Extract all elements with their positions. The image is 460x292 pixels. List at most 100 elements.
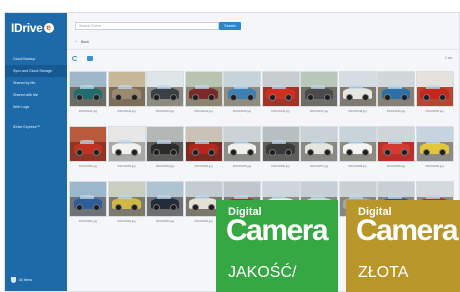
sidebar-item-sync-cloud-storage[interactable]: Sync and Cloud Storage [5, 65, 67, 77]
photo-thumbnail[interactable] [415, 71, 454, 107]
photo-tile[interactable]: DSC03241.jpg [69, 71, 107, 113]
photo-tile[interactable]: DSC03245.jpg [223, 71, 261, 113]
photo-tile[interactable]: DSC03259.jpg [377, 126, 415, 168]
thumb-wheel [92, 204, 100, 212]
photo-thumbnail[interactable] [146, 71, 184, 107]
sidebar-item-shared-by-me[interactable]: Shared by Me [5, 77, 67, 89]
photo-thumbnail[interactable] [377, 126, 415, 162]
thumb-wheel [169, 204, 177, 212]
back-link[interactable]: ← Back [74, 39, 89, 44]
photo-filename: DSC03241.jpg [78, 109, 98, 113]
photo-thumbnail[interactable] [69, 71, 107, 107]
photo-filename: DSC03258.jpg [348, 164, 367, 168]
photo-filename: DSC03244.jpg [194, 109, 213, 113]
photo-thumbnail[interactable] [146, 126, 184, 162]
photo-tile[interactable]: DSC03261.jpg [69, 181, 107, 223]
photo-tile[interactable]: DSC03242.jpg [107, 71, 146, 113]
photo-tile[interactable]: DSC03257.jpg [300, 126, 338, 168]
photo-tile[interactable]: DSC03246.jpg [261, 71, 300, 113]
thumb-wheel [400, 94, 408, 102]
photo-thumbnail[interactable] [107, 126, 146, 162]
photo-thumbnail[interactable] [377, 71, 415, 107]
photo-filename: DSC03256.jpg [271, 164, 290, 168]
photo-thumbnail[interactable] [69, 126, 107, 162]
photo-tile[interactable]: DSC03255.jpg [223, 126, 261, 168]
photo-filename: DSC03254.jpg [194, 164, 213, 168]
toolbar: 0 sel. [67, 53, 459, 65]
badge-subtitle: ZŁOTA [358, 264, 409, 281]
photo-filename: DSC03245.jpg [232, 109, 252, 113]
sidebar: IDrive e Cloud Backup Sync and Cloud Sto… [5, 13, 67, 291]
photo-tile[interactable]: DSC03249.jpg [377, 71, 415, 113]
shield-icon [11, 277, 16, 283]
photo-thumbnail[interactable] [223, 126, 261, 162]
selection-count: 0 sel. [444, 56, 453, 60]
photo-thumbnail[interactable] [184, 71, 223, 107]
sidebar-nav: Cloud Backup Sync and Cloud Storage Shar… [5, 53, 67, 133]
thumb-wheel [246, 149, 254, 157]
photo-thumbnail[interactable] [338, 126, 377, 162]
back-label: Back [81, 39, 89, 44]
photo-filename: DSC03248.jpg [348, 109, 367, 113]
photo-tile[interactable]: DSC03247.jpg [300, 71, 338, 113]
photo-thumbnail[interactable] [261, 71, 300, 107]
digital-camera-award-badge: Digital Camera JAKOŚĆ/ [216, 200, 338, 292]
photo-tile[interactable]: DSC03244.jpg [184, 71, 223, 113]
thumb-wheel [323, 149, 331, 157]
photo-tile[interactable]: DSC03243.jpg [146, 71, 184, 113]
sidebar-item-idrive-express[interactable]: IDrive Express™ [5, 121, 67, 133]
photo-thumbnail[interactable] [261, 126, 300, 162]
photo-tile[interactable]: DSC03258.jpg [338, 126, 377, 168]
idrive-logo[interactable]: IDrive e [11, 21, 54, 35]
photo-tile[interactable]: DSC03252.jpg [107, 126, 146, 168]
photo-thumbnail[interactable] [300, 71, 338, 107]
photo-tile[interactable]: DSC03250.jpg [415, 71, 454, 113]
photo-thumbnail[interactable] [184, 126, 223, 162]
photo-filename: DSC03259.jpg [386, 164, 406, 168]
photo-tile[interactable]: DSC03262.jpg [107, 181, 146, 223]
photo-thumbnail[interactable] [223, 71, 261, 107]
sidebar-item-web-logs[interactable]: Web Logs [5, 101, 67, 113]
photo-filename: DSC03257.jpg [309, 164, 329, 168]
thumb-wheel [169, 94, 177, 102]
sidebar-item-shared-with-me[interactable]: Shared with Me [5, 89, 67, 101]
photo-filename: DSC03250.jpg [425, 109, 444, 113]
photo-tile[interactable]: DSC03251.jpg [69, 126, 107, 168]
badge-subtitle: JAKOŚĆ/ [228, 264, 297, 281]
photo-filename: DSC03260.jpg [425, 164, 444, 168]
photo-tile[interactable]: DSC03248.jpg [338, 71, 377, 113]
photo-tile[interactable]: DSC03254.jpg [184, 126, 223, 168]
back-arrow-icon: ← [74, 38, 79, 44]
photo-filename: DSC03252.jpg [117, 164, 136, 168]
badge-camera-title: Camera [226, 214, 329, 247]
photo-tile[interactable]: DSC03260.jpg [415, 126, 454, 168]
photo-filename: DSC03242.jpg [117, 109, 136, 113]
photo-tile[interactable]: DSC03256.jpg [261, 126, 300, 168]
refresh-icon[interactable] [72, 56, 78, 61]
logo-text: IDrive [11, 21, 43, 35]
photo-thumbnail[interactable] [338, 71, 377, 107]
folder-icon[interactable] [87, 56, 93, 61]
photo-tile[interactable]: DSC03253.jpg [146, 126, 184, 168]
photo-filename: DSC03246.jpg [271, 109, 290, 113]
photo-filename: DSC03261.jpg [78, 219, 98, 223]
sidebar-item-cloud-backup[interactable]: Cloud Backup [5, 53, 67, 65]
divider [67, 49, 459, 50]
photo-filename: DSC03253.jpg [155, 164, 175, 168]
photo-thumbnail[interactable] [300, 126, 338, 162]
search-button[interactable]: Search [219, 22, 241, 30]
photo-tile[interactable]: DSC03263.jpg [146, 181, 184, 223]
photo-thumbnail[interactable] [415, 126, 454, 162]
photo-thumbnail[interactable] [69, 181, 107, 217]
photo-thumbnail[interactable] [146, 181, 184, 217]
search-input[interactable] [75, 22, 219, 30]
photo-filename: DSC03249.jpg [386, 109, 406, 113]
thumb-wheel [169, 149, 177, 157]
sidebar-footer[interactable]: All Items [11, 277, 32, 283]
photo-filename: DSC03262.jpg [117, 219, 136, 223]
photo-filename: DSC03255.jpg [232, 164, 252, 168]
thumb-wheel [400, 149, 408, 157]
photo-thumbnail[interactable] [107, 181, 146, 217]
thumb-wheel [246, 94, 254, 102]
photo-thumbnail[interactable] [107, 71, 146, 107]
